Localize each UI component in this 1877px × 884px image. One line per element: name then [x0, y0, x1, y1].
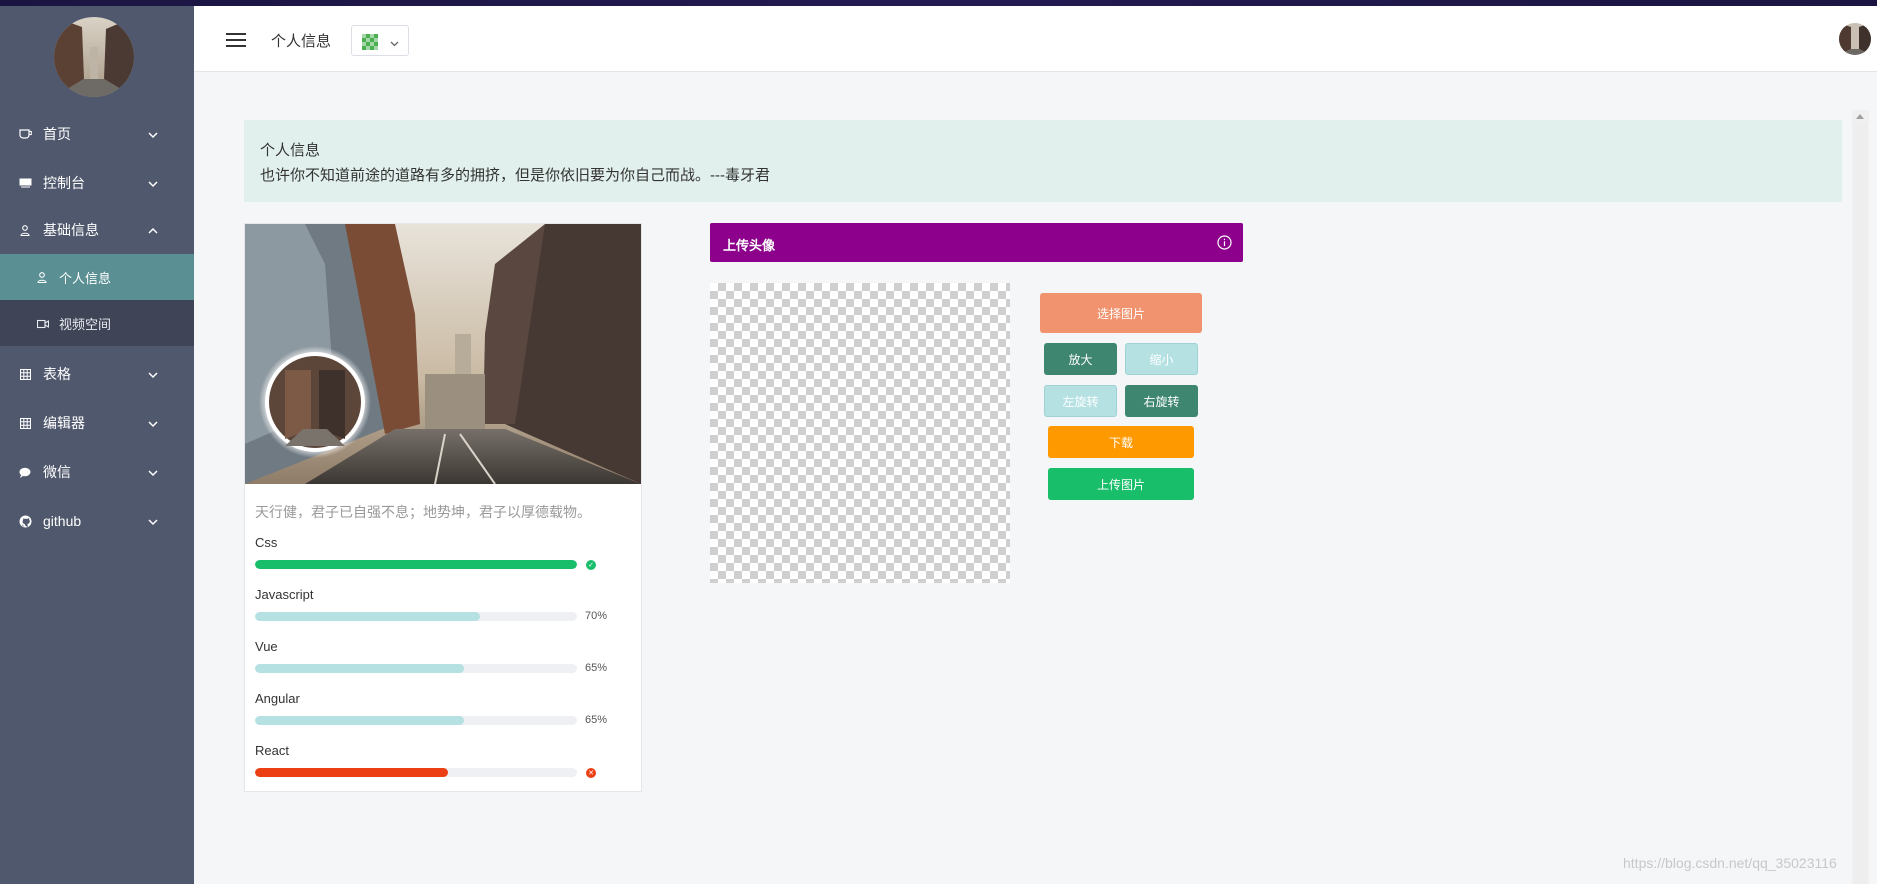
- skill-percent: 65%: [585, 714, 608, 726]
- sidebar-item-label: 编辑器: [43, 415, 85, 431]
- error-close-icon: ✕: [586, 768, 596, 778]
- top-header: 个人信息: [194, 6, 1877, 72]
- sidebar-subitem-label: 视频空间: [59, 316, 112, 332]
- watermark: https://blog.csdn.net/qq_35023116: [1623, 855, 1837, 871]
- chevron-down-icon: [147, 177, 159, 189]
- profile-card: 天行健，君子已自强不息；地势坤，君子以厚德载物。 Css ✓ Javascrip…: [244, 223, 642, 792]
- sidebar-item-label: 表格: [43, 366, 71, 382]
- scrollbar-thumb[interactable]: [1854, 124, 1867, 884]
- skill-progress-fill: [255, 612, 481, 621]
- sidebar-item-label: 微信: [43, 464, 71, 480]
- chevron-down-icon: [147, 128, 159, 140]
- submenu-basic-info: 个人信息 视频空间: [0, 254, 194, 346]
- sidebar: 首页 控制台 基础信息 个人信息 视频空间 表格 编辑器 微信 github: [0, 6, 194, 884]
- skill-progress-track: [255, 612, 577, 621]
- skill-name: Css: [255, 535, 278, 550]
- rotate-left-button[interactable]: 左旋转: [1044, 385, 1117, 417]
- chat-bubble-icon: [18, 465, 32, 479]
- sidebar-item-console[interactable]: 控制台: [0, 159, 194, 207]
- upload-avatar-title: 上传头像: [723, 238, 776, 253]
- video-icon: [36, 317, 50, 329]
- skill-progress-fill: [255, 560, 577, 569]
- sidebar-item-github[interactable]: github: [0, 497, 194, 545]
- skill-percent: 65%: [585, 662, 608, 674]
- sidebar-item-table[interactable]: 表格: [0, 350, 194, 398]
- user-icon: [37, 271, 49, 284]
- grid-icon: [18, 416, 32, 430]
- page-scrollbar[interactable]: [1852, 110, 1869, 884]
- skill-name: Javascript: [255, 587, 314, 602]
- chevron-down-icon: [147, 368, 159, 380]
- sidebar-item-editor[interactable]: 编辑器: [0, 399, 194, 447]
- chevron-down-icon: [147, 515, 159, 527]
- skill-progress-track: [255, 768, 577, 777]
- sidebar-avatar[interactable]: [54, 17, 134, 97]
- chevron-up-icon: [147, 224, 159, 236]
- header-avatar[interactable]: [1839, 23, 1871, 55]
- profile-motto: 天行健，君子已自强不息；地势坤，君子以厚德载物。: [255, 504, 591, 520]
- hamburger-menu-icon[interactable]: [226, 33, 246, 47]
- info-banner: 个人信息 也许你不知道前途的道路有多的拥挤，但是你依旧要为你自己而战。---毒牙…: [244, 120, 1842, 202]
- skill-name: Angular: [255, 691, 300, 706]
- sidebar-subitem-personal-info[interactable]: 个人信息: [0, 254, 194, 300]
- download-button[interactable]: 下载: [1048, 426, 1194, 458]
- skill-progress-track: [255, 560, 577, 569]
- skill-percent: 70%: [585, 610, 608, 622]
- banner-title: 个人信息: [260, 142, 321, 159]
- sidebar-subitem-label: 个人信息: [59, 270, 112, 286]
- choose-image-button[interactable]: 选择图片: [1040, 293, 1202, 333]
- cover-image: [245, 224, 641, 484]
- crop-canvas[interactable]: [710, 283, 1010, 583]
- grid-icon: [18, 367, 32, 381]
- page-title: 个人信息: [271, 33, 332, 50]
- user-icon: [18, 223, 32, 237]
- sidebar-item-home[interactable]: 首页: [0, 110, 194, 158]
- github-icon: [18, 514, 32, 528]
- rotate-right-button[interactable]: 右旋转: [1125, 385, 1198, 417]
- chevron-down-icon: [147, 417, 159, 429]
- theme-swatch-icon: [362, 34, 378, 50]
- sidebar-item-label: github: [43, 513, 82, 529]
- skill-name: Vue: [255, 639, 278, 654]
- zoom-out-button[interactable]: 缩小: [1125, 343, 1198, 375]
- zoom-in-button[interactable]: 放大: [1044, 343, 1117, 375]
- sidebar-item-label: 基础信息: [43, 222, 99, 238]
- chevron-down-icon: [147, 466, 159, 478]
- banner-quote: 也许你不知道前途的道路有多的拥挤，但是你依旧要为你自己而战。---毒牙君: [260, 167, 770, 184]
- skill-progress-fill: [255, 664, 465, 673]
- sidebar-item-basic-info[interactable]: 基础信息: [0, 206, 194, 254]
- keyboard-icon: [18, 176, 32, 190]
- upload-image-button[interactable]: 上传图片: [1048, 468, 1194, 500]
- coffee-cup-icon: [18, 127, 32, 141]
- info-icon[interactable]: [1217, 235, 1232, 250]
- success-check-icon: ✓: [586, 560, 596, 570]
- sidebar-item-label: 首页: [43, 126, 71, 142]
- upload-avatar-header: 上传头像: [710, 223, 1243, 262]
- chevron-down-icon: [389, 36, 400, 47]
- sidebar-item-label: 控制台: [43, 175, 85, 191]
- skill-progress-track: [255, 664, 577, 673]
- scroll-up-arrow-icon[interactable]: [1856, 114, 1864, 119]
- skill-progress-fill: [255, 716, 465, 725]
- sidebar-subitem-video-space[interactable]: 视频空间: [0, 300, 194, 346]
- skill-name: React: [255, 743, 289, 758]
- theme-select[interactable]: [351, 25, 409, 56]
- skill-progress-track: [255, 716, 577, 725]
- sidebar-item-wechat[interactable]: 微信: [0, 448, 194, 496]
- skill-progress-fill: [255, 768, 449, 777]
